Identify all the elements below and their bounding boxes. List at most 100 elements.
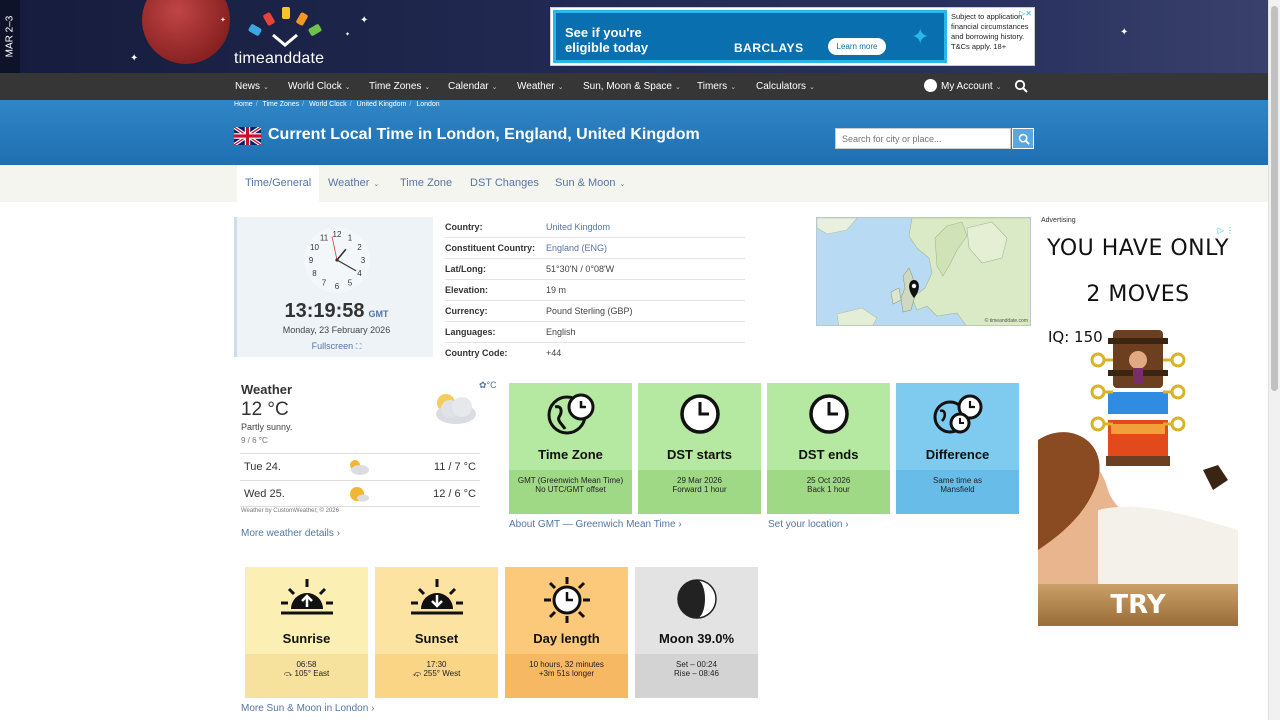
ad-learn-more-button[interactable]: Learn more [828,38,886,55]
timezone-abbr[interactable]: GMT [369,309,389,319]
card-subline: 29 Mar 2026 [677,476,722,485]
breadcrumb-separator: / [409,101,412,108]
star-decoration: ✦ [345,32,351,38]
unit-label: °C [486,380,497,390]
breadcrumb-current: London [416,101,440,108]
card-moon[interactable]: Moon 39.0% Set – 00:24 Rise – 08:46 [635,567,758,698]
info-key: Lat/Long: [445,264,486,274]
card-subline: 255° West [423,669,461,678]
forecast-day: Wed 25. [244,488,285,500]
nav-item-news[interactable]: News ⌄ [235,73,269,100]
card-sunset[interactable]: Sunset 17:30 ⤽ 255° West [375,567,498,698]
ad-panel: See if you're eligible today BARCLAYS Le… [553,10,947,63]
nav-item-timers[interactable]: Timers ⌄ [697,73,736,100]
tab-time-zone[interactable]: Time Zone [400,165,452,202]
card-subtext: 25 Oct 2026 Back 1 hour [767,470,890,514]
clock-numeral: 6 [335,282,340,291]
set-location-link[interactable]: Set your location › [768,519,849,530]
card-subtext: 29 Mar 2026 Forward 1 hour [638,470,761,514]
link-label: About GMT — Greenwich Mean Time [509,519,676,530]
breadcrumb-link[interactable]: Home [234,101,253,108]
weather-range: 9 / 6 °C [241,436,268,445]
logo-petal [307,23,323,37]
info-value: Pound Sterling (GBP) [546,306,633,316]
card-sunrise[interactable]: Sunrise 06:58 ⤼ 105° East [245,567,368,698]
clock-numeral: 2 [357,243,362,252]
about-gmt-link[interactable]: About GMT — Greenwich Mean Time › [509,519,682,530]
breadcrumb-separator: / [302,101,305,108]
tab-label: Sun & Moon [555,177,616,189]
city-search-input[interactable] [835,128,1011,149]
more-weather-link[interactable]: More weather details › [241,528,340,539]
eagle-icon: ✦ [911,24,930,49]
nav-item-world-clock[interactable]: World Clock ⌄ [288,73,351,100]
city-search-button[interactable] [1012,128,1034,149]
card-dst-starts[interactable]: DST starts 29 Mar 2026 Forward 1 hour [638,383,761,514]
breadcrumb-link[interactable]: Time Zones [262,101,299,108]
card-dst-ends[interactable]: DST ends 25 Oct 2026 Back 1 hour [767,383,890,514]
weather-credit: Weather by CustomWeather, © 2026 [241,508,339,514]
breadcrumb-separator: / [349,101,352,108]
nav-label: Timers [697,81,728,92]
site-logo[interactable]: timeanddate [234,6,338,68]
card-subline: Same time as [933,476,982,485]
chevron-down-icon: ⌄ [344,84,351,91]
page-title: Current Local Time in London, England, U… [268,126,700,143]
card-day-length[interactable]: Day length 10 hours, 32 minutes +3m 51s l… [505,567,628,698]
ad-headline: See if you're eligible today [565,25,649,55]
chevron-down-icon: ⌄ [674,84,681,91]
direction-arrow-icon: ⤽ [412,669,424,678]
side-game-ad[interactable]: ▷ ⋮ YOU HAVE ONLY 2 MOVES IQ: 150 TRY [1038,226,1238,626]
analog-clock: 12 12 3 4 5678 9 1011 [304,227,370,293]
search-icon[interactable] [1014,79,1028,93]
tab-weather[interactable]: Weather ⌄ [328,165,379,202]
date-tab[interactable]: MAR 2–3 [0,0,20,73]
moon-decoration [142,0,230,64]
card-time-zone[interactable]: Time Zone GMT (Greenwich Mean Time) No UT… [509,383,632,514]
nav-item-calendar[interactable]: Calendar ⌄ [448,73,497,100]
card-subline: Rise – 08:46 [674,669,719,678]
info-value-link[interactable]: United Kingdom [546,217,610,238]
link-label: More weather details [241,528,334,539]
clock-numeral: 3 [361,256,366,265]
nav-item-time-zones[interactable]: Time Zones ⌄ [369,73,430,100]
account-label: My Account [941,81,993,92]
card-difference[interactable]: Difference Same time as Mansfield [896,383,1019,514]
breadcrumb-link[interactable]: World Clock [309,101,347,108]
nav-label: Calendar [448,81,489,92]
link-label: Set your location [768,519,843,530]
tab-time-general[interactable]: Time/General [237,165,320,202]
more-sun-moon-link[interactable]: More Sun & Moon in London › [241,703,374,714]
chevron-down-icon: ⌄ [809,84,815,91]
nav-item-calculators[interactable]: Calculators ⌄ [756,73,815,100]
clock-icon [638,393,761,443]
breadcrumb-link[interactable]: United Kingdom [357,101,407,108]
info-value: 19 m [546,285,567,295]
nav-item-weather[interactable]: Weather ⌄ [517,73,564,100]
time-value: 13:19:58 [284,300,365,322]
ad-small-print: Subject to application, financial circum… [951,12,1029,51]
scrollbar-thumb[interactable] [1271,6,1278,391]
my-account-menu[interactable]: My Account ⌄ [924,73,1002,100]
location-map[interactable]: © timeanddate.com [816,217,1031,326]
tab-sun-moon[interactable]: Sun & Moon ⌄ [555,165,625,202]
page-scrollbar[interactable] [1268,0,1280,720]
info-value-link[interactable]: England (ENG) [546,238,607,259]
star-decoration: ✦ [130,53,139,64]
info-row-languages: Languages: English [445,322,745,343]
nav-label: News [235,81,261,92]
info-row-latlong: Lat/Long: 51°30'N / 0°08'W [445,259,745,280]
tab-label: DST Changes [470,177,539,189]
tab-dst-changes[interactable]: DST Changes [470,165,539,202]
weather-unit-toggle[interactable]: ✿°C [479,380,497,391]
top-banner-ad[interactable]: See if you're eligible today BARCLAYS Le… [550,7,1035,66]
ad-choices-icon[interactable]: ▷✕ [1019,9,1032,18]
nav-item-sun-moon-space[interactable]: Sun, Moon & Space ⌄ [583,73,681,100]
breadcrumb: Home / Time Zones / World Clock / United Ki… [234,101,443,113]
multi-clock-icon [896,393,1019,443]
card-subtext: Same time as Mansfield [896,470,1019,514]
fullscreen-link[interactable]: Fullscreen ⛶ [237,341,436,352]
ad-try-button[interactable]: TRY [1038,584,1238,626]
ad-choices-icon[interactable]: ▷ ⋮ [1218,226,1234,235]
info-value: +44 [546,348,562,358]
